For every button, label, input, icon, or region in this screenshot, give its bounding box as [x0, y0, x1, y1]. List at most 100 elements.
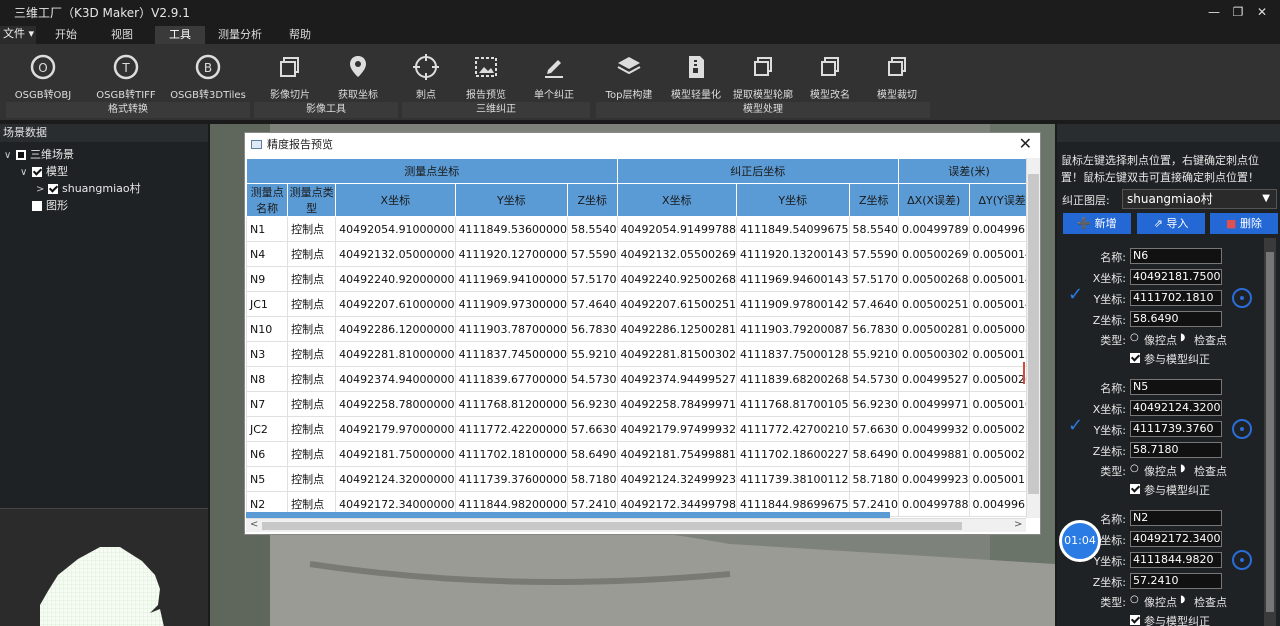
- field-x-input[interactable]: 40492172.3400: [1130, 531, 1222, 547]
- participate-checkbox[interactable]: [1130, 353, 1140, 363]
- table-row[interactable]: N9 控制点 40492240.92000000 4111969.94100000 57…: [245, 266, 1040, 292]
- minimap[interactable]: [0, 508, 208, 626]
- tab-start[interactable]: 开始: [44, 26, 88, 44]
- tab-help[interactable]: 帮助: [278, 26, 322, 44]
- extract-outline-button[interactable]: 提取模型轮廓: [732, 48, 794, 102]
- table-row[interactable]: N10 控制点 40492286.12000000 4111903.78700000 5…: [245, 316, 1040, 342]
- osgb-to-tiff-button[interactable]: T OSGB转TIFF: [88, 48, 164, 102]
- table-cell: 58.5540: [848, 216, 900, 242]
- add-button[interactable]: ➕ 新增: [1063, 213, 1131, 234]
- hscroll-thumb[interactable]: [262, 522, 962, 530]
- vertical-scrollbar[interactable]: [1026, 158, 1040, 518]
- scroll-left-icon[interactable]: <: [250, 519, 258, 530]
- svg-text:T: T: [121, 61, 130, 75]
- dialog-title: 精度报告预览: [267, 138, 333, 151]
- table-row[interactable]: N6 控制点 40492181.75000000 4111702.18100000 58…: [245, 441, 1040, 467]
- radio-check-point[interactable]: ◗: [1180, 463, 1185, 474]
- card-scroll-thumb[interactable]: [1266, 252, 1274, 612]
- table-row[interactable]: JC2 控制点 40492179.97000000 4111772.42200000 5…: [245, 416, 1040, 442]
- chevron-right-icon[interactable]: >: [36, 181, 48, 198]
- field-name-input[interactable]: N5: [1130, 379, 1222, 395]
- import-button[interactable]: ⇗ 导入: [1137, 213, 1205, 234]
- table-cell: 控制点: [287, 216, 337, 242]
- tree-model[interactable]: ∨ 模型: [0, 163, 208, 180]
- table-cell: 56.9230: [848, 391, 900, 417]
- radio-image-point[interactable]: ○: [1130, 332, 1139, 343]
- image-slice-button[interactable]: 影像切片: [262, 48, 318, 102]
- radio-check-point[interactable]: ◗: [1180, 594, 1185, 605]
- field-name-input[interactable]: N6: [1130, 248, 1222, 264]
- restore-icon[interactable]: ❐: [1228, 4, 1248, 20]
- osgb-to-3dtiles-button[interactable]: B OSGB转3DTiles: [170, 48, 246, 102]
- chevron-down-icon[interactable]: ∨: [4, 147, 16, 164]
- tab-measure[interactable]: 测量分析: [212, 26, 268, 44]
- model-checkbox[interactable]: [32, 167, 42, 177]
- table-cell: 0.00500269: [898, 241, 970, 267]
- target-icon[interactable]: [1232, 419, 1252, 439]
- osgb-to-obj-button[interactable]: O OSGB转OBJ: [8, 48, 78, 102]
- shapes-checkbox[interactable]: [32, 201, 42, 211]
- field-label-name: 名称:: [1100, 251, 1126, 264]
- scroll-right-icon[interactable]: >: [1014, 519, 1022, 530]
- field-z-input[interactable]: 57.2410: [1130, 573, 1222, 589]
- delete-button[interactable]: ■ 删除: [1210, 213, 1278, 234]
- radio-image-point[interactable]: ○: [1130, 463, 1139, 474]
- field-name-input[interactable]: N2: [1130, 510, 1222, 526]
- field-x-input[interactable]: 40492124.3200: [1130, 400, 1222, 416]
- root-checkbox[interactable]: [16, 150, 26, 160]
- pick-point-button[interactable]: 刺点: [402, 48, 450, 102]
- field-y-input[interactable]: 4111739.3760: [1130, 421, 1222, 437]
- card-list-scrollbar[interactable]: [1264, 238, 1276, 626]
- participate-checkbox[interactable]: [1130, 615, 1140, 625]
- table-cell: 4111920.13200143: [736, 241, 850, 267]
- field-y-input[interactable]: 4111844.9820: [1130, 552, 1222, 568]
- target-icon[interactable]: [1232, 288, 1252, 308]
- table-cell: 40492181.75000000: [335, 441, 456, 467]
- rename-model-button[interactable]: 模型改名: [806, 48, 854, 102]
- field-z-input[interactable]: 58.7180: [1130, 442, 1222, 458]
- table-cell: 0.00499788: [898, 491, 970, 517]
- model-child-checkbox[interactable]: [48, 184, 58, 194]
- top-layer-button[interactable]: Top层构建: [600, 48, 658, 102]
- check-icon[interactable]: ✓: [1068, 415, 1083, 436]
- table-row[interactable]: N5 控制点 40492124.32000000 4111739.37600000 58…: [245, 466, 1040, 492]
- table-cell: 4111768.81200000: [454, 391, 569, 417]
- scroll-thumb[interactable]: [1028, 174, 1039, 494]
- layer-select[interactable]: shuangmiao村 ▼: [1122, 189, 1277, 209]
- table-row[interactable]: N3 控制点 40492281.81000000 4111837.74500000 55…: [245, 341, 1040, 367]
- single-correct-button[interactable]: 单个纠正: [526, 48, 582, 102]
- tree-root[interactable]: ∨ 三维场景: [0, 146, 208, 163]
- target-icon[interactable]: [1232, 550, 1252, 570]
- radio-image-point[interactable]: ○: [1130, 594, 1139, 605]
- close-icon[interactable]: ✕: [1252, 4, 1272, 20]
- report-preview-button[interactable]: 报告预览: [460, 48, 512, 102]
- table-row[interactable]: N8 控制点 40492374.94000000 4111839.67700000 54…: [245, 366, 1040, 392]
- table-row[interactable]: JC1 控制点 40492207.61000000 4111909.97300000 5…: [245, 291, 1040, 317]
- close-icon[interactable]: ✕: [1019, 133, 1032, 155]
- file-menu[interactable]: 文件 ▾: [0, 26, 36, 44]
- minimize-icon[interactable]: —: [1204, 4, 1224, 20]
- check-icon[interactable]: ✓: [1068, 284, 1083, 305]
- horizontal-scrollbar[interactable]: < >: [246, 518, 1026, 532]
- radio-check-point[interactable]: ◗: [1180, 332, 1185, 343]
- table-cell: 0.00499881: [898, 441, 970, 467]
- tab-tools[interactable]: 工具: [155, 26, 205, 44]
- tree-model-child[interactable]: > shuangmiao村: [0, 180, 208, 197]
- model-clip-button[interactable]: 模型裁切: [872, 48, 922, 102]
- field-x-input[interactable]: 40492181.7500: [1130, 269, 1222, 285]
- tree-shapes[interactable]: 图形: [0, 197, 208, 214]
- table-row[interactable]: N1 控制点 40492054.91000000 4111849.53600000 58…: [245, 216, 1040, 242]
- get-coord-button[interactable]: 获取坐标: [330, 48, 386, 102]
- zip-file-icon: [689, 56, 704, 78]
- table-cell: 40492124.32000000: [335, 466, 456, 492]
- timer-badge[interactable]: 01:04: [1059, 520, 1101, 562]
- table-row[interactable]: N7 控制点 40492258.78000000 4111768.81200000 56…: [245, 391, 1040, 417]
- field-z-input[interactable]: 58.6490: [1130, 311, 1222, 327]
- chevron-down-icon[interactable]: ∨: [20, 164, 32, 181]
- tab-view[interactable]: 视图: [100, 26, 144, 44]
- table-row[interactable]: N4 控制点 40492132.05000000 4111920.12700000 57…: [245, 241, 1040, 267]
- field-y-input[interactable]: 4111702.1810: [1130, 290, 1222, 306]
- participate-checkbox[interactable]: [1130, 484, 1140, 494]
- table-cell: 控制点: [287, 291, 337, 317]
- lightweight-button[interactable]: 模型轻量化: [666, 48, 726, 102]
